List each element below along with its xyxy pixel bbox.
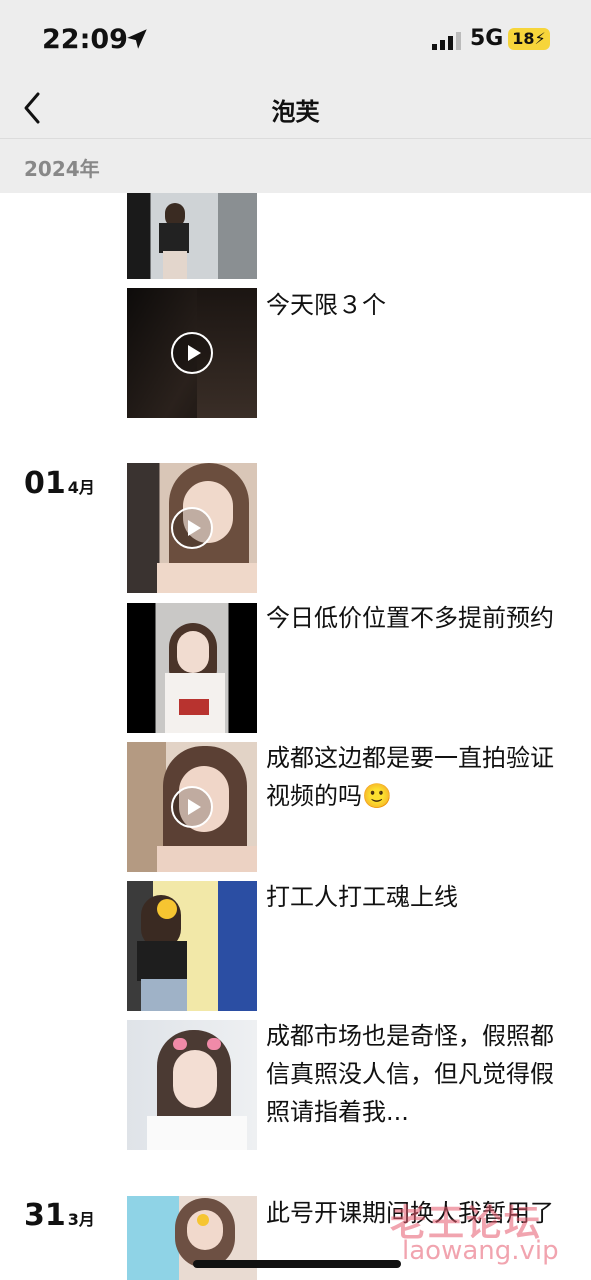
page-title: 泡芙 [271,98,320,126]
year-label: 2024年 [24,157,100,181]
nav-bar: 泡芙 [0,80,591,139]
network-type: 5G [470,26,504,51]
date-month: 4月 [67,478,95,497]
watermark-url: laowang.vip [402,1236,559,1266]
battery-level: 18 [512,29,535,48]
post-caption[interactable]: 今天限３个 [266,286,556,324]
photo-thumbnail[interactable] [127,603,257,733]
status-bar: 22:09 5G 18⚡ [0,0,591,80]
post-caption[interactable]: 成都市场也是奇怪，假照都信真照没人信，但凡觉得假照请指着我... [266,1017,556,1131]
post-date: 01 4月 [24,466,95,501]
post-caption[interactable]: 今日低价位置不多提前预约 [266,599,556,637]
play-icon [171,507,213,549]
play-icon [171,332,213,374]
photo-thumbnail[interactable] [127,1020,257,1150]
video-thumbnail[interactable] [127,742,257,872]
post-caption[interactable]: 打工人打工魂上线 [266,878,556,916]
battery-icon: 18⚡ [508,28,550,50]
post-date: 31 3月 [24,1198,95,1233]
photo-thumbnail[interactable] [127,193,257,279]
photo-thumbnail[interactable] [127,881,257,1011]
location-arrow-icon [127,29,147,49]
video-thumbnail[interactable] [127,463,257,593]
play-icon [171,786,213,828]
year-header: 2024年 [0,139,591,193]
signal-icon [432,32,461,50]
date-day: 01 [24,466,66,501]
home-indicator[interactable] [193,1260,401,1268]
date-month: 3月 [67,1210,95,1229]
post-caption[interactable]: 成都这边都是要一直拍验证视频的吗🙂 [266,739,556,815]
date-day: 31 [24,1198,66,1233]
video-thumbnail[interactable] [127,288,257,418]
status-time: 22:09 [42,24,128,55]
